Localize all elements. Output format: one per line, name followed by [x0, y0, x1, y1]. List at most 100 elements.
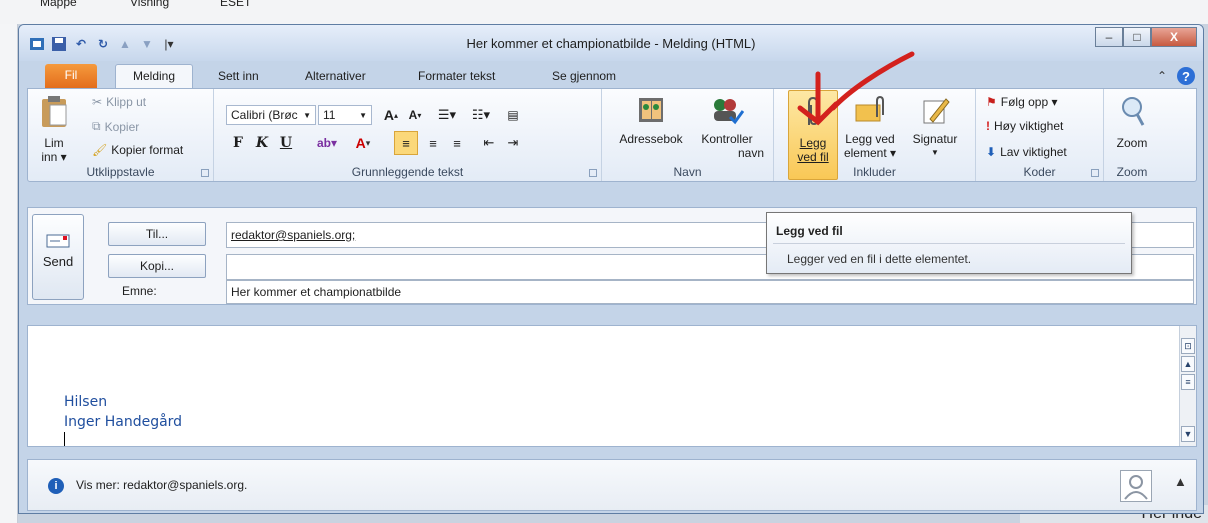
underline-button[interactable]: U: [276, 133, 296, 153]
copy-button[interactable]: ⧉ Kopier: [92, 119, 139, 134]
subject-label: Emne:: [122, 284, 157, 298]
decrease-indent-icon[interactable]: ⇤: [478, 133, 500, 153]
ribbon-tabs: Fil Melding Sett inn Alternativer Format…: [19, 63, 1203, 89]
high-importance-label: Høy viktighet: [994, 119, 1064, 133]
font-size-combo[interactable]: 11 ▼: [318, 105, 372, 125]
group-label-tags: Koder: [1023, 165, 1056, 179]
exclamation-icon: !: [986, 119, 990, 133]
format-painter-button[interactable]: 🖌 Kopier format: [92, 143, 183, 157]
tags-launcher-icon[interactable]: [1091, 169, 1099, 177]
follow-up-label: Følg opp ▾: [1000, 95, 1058, 109]
close-button[interactable]: X: [1151, 27, 1197, 47]
group-clipboard: Lim inn ▾ ✂ Klipp ut ⧉ Kopier 🖌 Kopier f…: [28, 89, 214, 181]
text-cursor: [64, 432, 65, 446]
tab-insert[interactable]: Sett inn: [218, 65, 259, 87]
address-book-button[interactable]: Adressebok: [612, 95, 690, 146]
basic-text-launcher-icon[interactable]: [589, 169, 597, 177]
numbering-icon[interactable]: ☷▾: [466, 105, 496, 125]
paste-button[interactable]: Lim inn ▾: [36, 95, 72, 164]
clipboard-launcher-icon[interactable]: [201, 169, 209, 177]
group-include: Legg ved fil Legg ved element ▾ Signatur…: [774, 89, 976, 181]
high-importance-button[interactable]: ! Høy viktighet: [986, 119, 1063, 133]
check-names-icon: [690, 95, 764, 128]
attach-item-icon: [838, 95, 902, 128]
attach-item-button[interactable]: Legg ved element ▾: [838, 95, 902, 160]
check-names-button[interactable]: Kontroller navn: [690, 95, 764, 160]
minimize-button[interactable]: –: [1095, 27, 1123, 47]
expand-people-pane-icon[interactable]: ▲: [1174, 474, 1187, 489]
bg-label-mappe: Mappe: [40, 0, 77, 9]
align-right-icon[interactable]: ≡: [446, 133, 468, 153]
tab-options[interactable]: Alternativer: [305, 65, 366, 87]
group-label-zoom: Zoom: [1116, 165, 1148, 179]
ribbon: Lim inn ▾ ✂ Klipp ut ⧉ Kopier 🖌 Kopier f…: [27, 88, 1197, 182]
increase-indent-icon[interactable]: ⇥: [502, 133, 524, 153]
to-value: redaktor@spaniels.org;: [231, 228, 356, 242]
to-button[interactable]: Til...: [108, 222, 206, 246]
format-painter-label: Kopier format: [111, 143, 184, 157]
address-book-icon: [612, 95, 690, 128]
attach-file-label-1: Legg: [799, 136, 827, 150]
italic-button[interactable]: K: [252, 133, 272, 153]
low-importance-label: Lav viktighet: [1000, 145, 1067, 159]
attach-item-label-2: element ▾: [843, 146, 897, 160]
font-color-icon[interactable]: A ▾: [346, 133, 380, 153]
send-label: Send: [42, 254, 74, 269]
align-center-icon[interactable]: ≡: [422, 133, 444, 153]
clipboard-icon: [36, 95, 72, 132]
bold-button[interactable]: F: [228, 133, 248, 153]
chevron-down-icon: ▼: [303, 110, 311, 120]
tab-message[interactable]: Melding: [115, 64, 193, 88]
tab-file[interactable]: Fil: [45, 64, 97, 88]
scroll-up-icon[interactable]: ▲: [1181, 356, 1195, 372]
signature-button[interactable]: Signatur ▼: [904, 95, 966, 160]
help-icon[interactable]: ?: [1177, 67, 1195, 85]
bullets-icon[interactable]: ☰▾: [432, 105, 462, 125]
highlight-color-icon[interactable]: ab▾: [310, 133, 344, 153]
scroll-down-icon[interactable]: ▼: [1181, 426, 1195, 442]
group-tags: ⚑ Følg opp ▾ ! Høy viktighet ⬇ Lav vikti…: [976, 89, 1104, 181]
paste-label: Lim inn ▾: [41, 136, 67, 164]
tab-format-text[interactable]: Formater tekst: [418, 65, 495, 87]
grow-font-icon[interactable]: A ▴: [380, 105, 402, 125]
maximize-button[interactable]: □: [1123, 27, 1151, 47]
ruler-icon[interactable]: ⊡: [1181, 338, 1195, 354]
people-pane: i Vis mer: redaktor@spaniels.org. ▲: [27, 459, 1197, 511]
zoom-button[interactable]: Zoom: [1110, 95, 1154, 150]
group-label-include: Inkluder: [853, 165, 896, 179]
send-button[interactable]: Send: [32, 214, 84, 300]
address-book-label: Adressebok: [619, 132, 683, 146]
window-title: Her kommer et championatbilde - Melding …: [466, 36, 756, 51]
tab-right-controls: ⌃ ?: [1157, 67, 1195, 85]
minimize-ribbon-icon[interactable]: ⌃: [1157, 69, 1167, 83]
message-window: ↶ ↻ ▲ ▼ |▾ Her kommer et championatbilde…: [18, 24, 1204, 514]
scroll-thumb[interactable]: ≡: [1181, 374, 1195, 390]
follow-up-button[interactable]: ⚑ Følg opp ▾: [986, 95, 1057, 109]
message-body[interactable]: Hilsen Inger Handegård ⊡ ▲ ≡ ▼: [27, 325, 1197, 447]
attach-file-button[interactable]: Legg ved fil: [790, 95, 836, 164]
zoom-label: Zoom: [1116, 136, 1148, 150]
group-label-clipboard: Utklippstavle: [86, 165, 155, 179]
low-importance-button[interactable]: ⬇ Lav viktighet: [986, 145, 1067, 159]
font-name-combo[interactable]: Calibri (Brøc ▼: [226, 105, 316, 125]
shrink-font-icon[interactable]: A ▾: [404, 105, 426, 125]
signature-icon: [904, 95, 966, 128]
avatar[interactable]: [1120, 470, 1152, 502]
down-arrow-icon: ⬇: [986, 145, 997, 159]
subject-field[interactable]: Her kommer et championatbilde: [226, 280, 1194, 304]
tab-review[interactable]: Se gjennom: [552, 65, 616, 87]
background-left-strip: [0, 24, 18, 523]
copy-icon: ⧉: [92, 119, 101, 133]
copy-label: Kopier: [104, 119, 140, 134]
vertical-scrollbar[interactable]: ⊡ ▲ ≡ ▼: [1179, 326, 1196, 446]
cut-button[interactable]: ✂ Klipp ut: [92, 95, 146, 109]
font-name-value: Calibri (Brøc: [231, 108, 298, 122]
magnifier-icon: [1110, 95, 1154, 132]
tooltip-title: Legg ved fil: [776, 224, 843, 238]
styles-icon[interactable]: ▤: [502, 105, 524, 125]
align-left-icon[interactable]: ≡: [394, 131, 418, 155]
check-names-label-1: Kontroller: [701, 132, 753, 146]
signature-line-name: Inger Handegård: [64, 414, 183, 430]
tooltip-body: Legger ved en fil i dette elementet.: [787, 252, 972, 266]
cc-button[interactable]: Kopi...: [108, 254, 206, 278]
